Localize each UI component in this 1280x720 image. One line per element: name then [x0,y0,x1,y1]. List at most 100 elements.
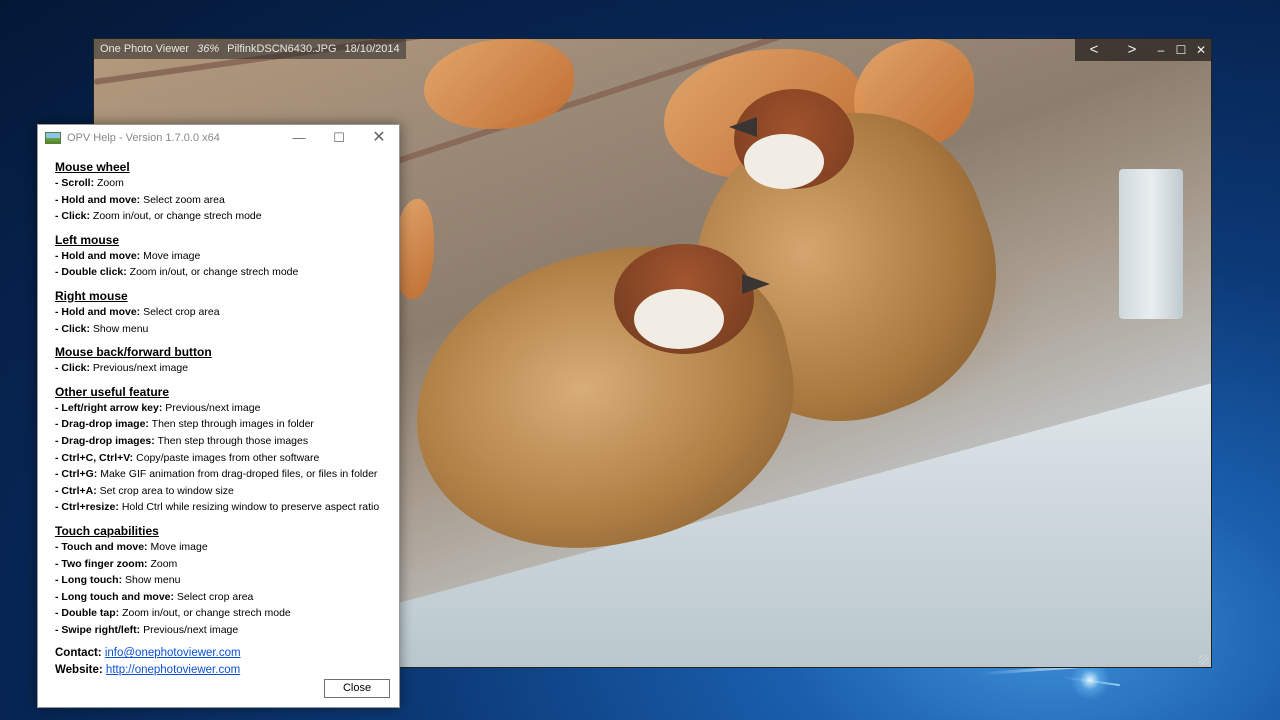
section-title: Left mouse [55,232,120,247]
website-label: Website: [55,664,103,677]
help-line: - Long touch: Show menu [55,572,399,589]
viewer-controls: < > – ☐ ✕ [1075,39,1211,61]
close-button[interactable]: Close [324,679,390,698]
shortcut-desc: Zoom in/out, or change strech mode [126,266,299,279]
file-name: PilfinkDSCN6430.JPG [227,43,337,55]
shortcut-desc: Zoom [94,177,124,189]
shortcut-key: - Touch and move: [55,540,148,553]
resize-grip-icon[interactable] [1199,655,1209,665]
shortcut-desc: Then step through those images [154,434,309,447]
help-line: - Click: Show menu [55,321,399,338]
help-line: - Click: Previous/next image [55,360,399,377]
help-section-mouse-wheel: Mouse wheel - Scroll: Zoom - Hold and mo… [55,159,399,225]
help-line: - Double tap: Zoom in/out, or change str… [55,605,399,622]
help-line: - Two finger zoom: Zoom [55,556,399,573]
shortcut-key: - Long touch and move: [55,590,174,603]
shortcut-desc: Then step through images in folder [148,418,314,431]
section-title: Mouse back/forward button [55,345,212,360]
help-line: - Ctrl+resize: Hold Ctrl while resizing … [55,499,399,516]
help-line: - Hold and move: Select crop area [55,304,399,321]
shortcut-desc: Select crop area [140,305,220,318]
shortcut-desc: Previous/next image [90,362,189,375]
sparrow-cheek [634,289,724,349]
leaf [424,39,574,129]
shortcut-desc: Select zoom area [140,193,225,206]
website-link[interactable]: http://onephotoviewer.com [106,664,240,676]
help-line: - Left/right arrow key: Previous/next im… [55,400,399,417]
shortcut-key: - Ctrl+A: [55,484,97,497]
help-line: - Double click: Zoom in/out, or change s… [55,264,399,281]
shortcut-desc: Zoom in/out, or change strech mode [90,210,262,223]
shortcut-key: - Click: [55,210,91,223]
help-line: - Scroll: Zoom [55,175,399,192]
dialog-maximize-button[interactable]: ☐ [319,125,359,151]
help-line: - Long touch and move: Select crop area [55,589,399,606]
dialog-close-icon[interactable]: ✕ [359,125,399,151]
dialog-titlebar[interactable]: OPV Help - Version 1.7.0.0 x64 — ☐ ✕ [38,125,399,151]
shortcut-desc: Zoom [147,557,178,570]
help-line: - Ctrl+G: Make GIF animation from drag-d… [55,466,399,483]
help-line: - Ctrl+A: Set crop area to window size [55,483,399,500]
help-line: - Hold and move: Move image [55,248,399,265]
shortcut-key: - Double click: [55,266,127,279]
help-line: - Hold and move: Select zoom area [55,192,399,209]
help-line: - Drag-drop images: Then step through th… [55,433,399,450]
app-name: One Photo Viewer [100,43,190,55]
shortcut-key: - Click: [55,322,91,335]
help-line: - Drag-drop image: Then step through ima… [55,416,399,433]
help-content: Mouse wheel - Scroll: Zoom - Hold and mo… [38,151,399,679]
previous-image-button[interactable]: < [1075,39,1113,61]
shortcut-desc: Copy/paste images from other software [133,451,320,464]
shortcut-key: - Long touch: [55,574,123,587]
help-line: - Touch and move: Move image [55,539,399,556]
help-dialog: OPV Help - Version 1.7.0.0 x64 — ☐ ✕ Mou… [37,124,400,708]
shortcut-key: - Scroll: [55,177,95,189]
shortcut-desc: Select crop area [174,590,254,603]
close-viewer-button[interactable]: ✕ [1191,39,1211,61]
desktop-light-streak [1060,675,1120,687]
help-line: - Ctrl+C, Ctrl+V: Copy/paste images from… [55,450,399,467]
shortcut-key: - Ctrl+C, Ctrl+V: [55,451,134,464]
frosted-post [1119,169,1183,319]
shortcut-key: - Two finger zoom: [55,557,148,570]
sparrow-cheek [744,134,824,189]
shortcut-key: - Hold and move: [55,193,141,206]
section-title: Other useful feature [55,384,170,399]
shortcut-key: - Swipe right/left: [55,623,141,636]
viewer-info-bar: One Photo Viewer 36% PilfinkDSCN6430.JPG… [94,39,406,59]
dialog-title: OPV Help - Version 1.7.0.0 x64 [67,132,220,144]
zoom-level: 36% [197,43,220,55]
contact-line: Contact: info@onephotoviewer.com [55,645,399,662]
help-section-left-mouse: Left mouse - Hold and move: Move image -… [55,232,399,281]
shortcut-desc: Move image [147,540,208,553]
next-image-button[interactable]: > [1113,39,1151,61]
shortcut-desc: Show menu [122,574,181,587]
maximize-button[interactable]: ☐ [1171,39,1191,61]
shortcut-desc: Show menu [90,322,149,335]
leaf [394,199,434,299]
website-line: Website: http://onephotoviewer.com [55,662,399,679]
shortcut-desc: Set crop area to window size [96,484,234,497]
dialog-window-buttons: — ☐ ✕ [279,125,399,151]
shortcut-key: - Click: [55,362,91,375]
help-line: - Swipe right/left: Previous/next image [55,622,399,639]
help-line: - Click: Zoom in/out, or change strech m… [55,208,399,225]
sparrow-beak [742,274,770,294]
shortcut-desc: Zoom in/out, or change strech mode [119,607,291,620]
minimize-button[interactable]: – [1151,39,1171,61]
help-section-right-mouse: Right mouse - Hold and move: Select crop… [55,288,399,337]
shortcut-key: - Hold and move: [55,249,141,262]
section-title: Mouse wheel [55,160,130,174]
help-section-touch: Touch capabilities - Touch and move: Mov… [55,523,399,639]
shortcut-key: - Hold and move: [55,305,141,318]
shortcut-key: - Ctrl+G: [55,468,98,481]
contact-email-link[interactable]: info@onephotoviewer.com [105,647,241,659]
shortcut-key: - Drag-drop image: [55,418,149,431]
dialog-minimize-button[interactable]: — [279,125,319,151]
shortcut-desc: Previous/next image [140,623,239,636]
shortcut-desc: Make GIF animation from drag-droped file… [97,468,378,481]
help-section-mouse-back-forward: Mouse back/forward button - Click: Previ… [55,344,399,377]
app-picture-icon [45,132,61,144]
shortcut-desc: Previous/next image [162,401,261,414]
sparrow-beak [729,117,757,137]
